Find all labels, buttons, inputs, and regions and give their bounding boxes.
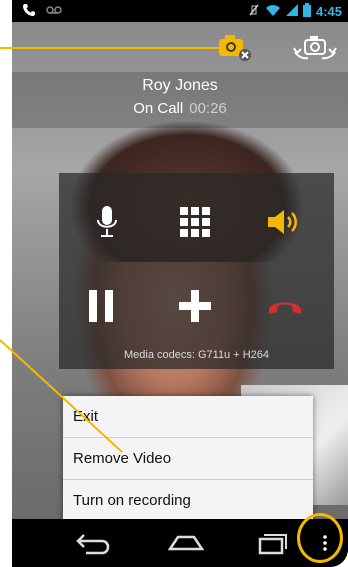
camera-off-button[interactable] <box>218 32 254 62</box>
home-button[interactable] <box>162 527 210 559</box>
recents-icon <box>258 534 287 555</box>
call-control-panel: Media codecs: G711u + H264 <box>59 173 334 369</box>
keypad-button[interactable] <box>165 197 225 247</box>
microphone-icon <box>97 206 117 237</box>
microphone-button[interactable] <box>77 197 137 247</box>
hangup-icon <box>269 302 301 314</box>
camera-off-icon <box>219 35 251 61</box>
status-bar: 4:45 <box>12 0 348 22</box>
hold-button[interactable] <box>71 281 131 331</box>
media-codecs-label: Media codecs: G711u + H264 <box>123 349 270 361</box>
recents-button[interactable] <box>248 527 296 559</box>
wifi-icon <box>265 3 281 20</box>
call-status: On Call 00:26 <box>12 100 348 117</box>
speaker-icon <box>268 210 297 234</box>
screenshot: 4:45 Roy Jones On Call 00:26 Media codec… <box>0 0 348 567</box>
add-call-button[interactable] <box>165 281 225 331</box>
overflow-menu: Exit Remove Video Turn on recording <box>63 396 313 523</box>
menu-item-exit[interactable]: Exit <box>63 396 313 438</box>
speaker-button[interactable] <box>253 197 313 247</box>
plus-icon <box>179 290 211 322</box>
home-icon <box>167 535 205 551</box>
annotation-circle <box>297 513 343 563</box>
back-button[interactable] <box>70 527 118 559</box>
caller-name: Roy Jones <box>142 77 218 94</box>
menu-item-turn-on-recording[interactable]: Turn on recording <box>63 480 313 522</box>
keypad-icon <box>180 207 210 237</box>
signal-icon <box>285 3 298 20</box>
switch-camera-button[interactable] <box>292 34 338 62</box>
status-time: 4:45 <box>315 4 342 19</box>
status-right-icons: 4:45 <box>248 3 342 20</box>
call-timer: 00:26 <box>189 100 227 117</box>
battery-icon <box>302 3 311 20</box>
phone-screen: 4:45 Roy Jones On Call 00:26 Media codec… <box>12 0 348 567</box>
status-left-icons <box>22 3 62 20</box>
pause-icon <box>89 290 113 322</box>
end-call-button[interactable] <box>255 281 315 331</box>
menu-item-remove-video[interactable]: Remove Video <box>63 438 313 480</box>
call-state-label: On Call <box>133 100 184 117</box>
switch-camera-icon <box>293 36 337 60</box>
no-vibrate-icon <box>248 3 260 20</box>
back-icon <box>76 534 110 555</box>
voicemail-icon <box>46 3 62 20</box>
phone-icon <box>22 3 36 20</box>
